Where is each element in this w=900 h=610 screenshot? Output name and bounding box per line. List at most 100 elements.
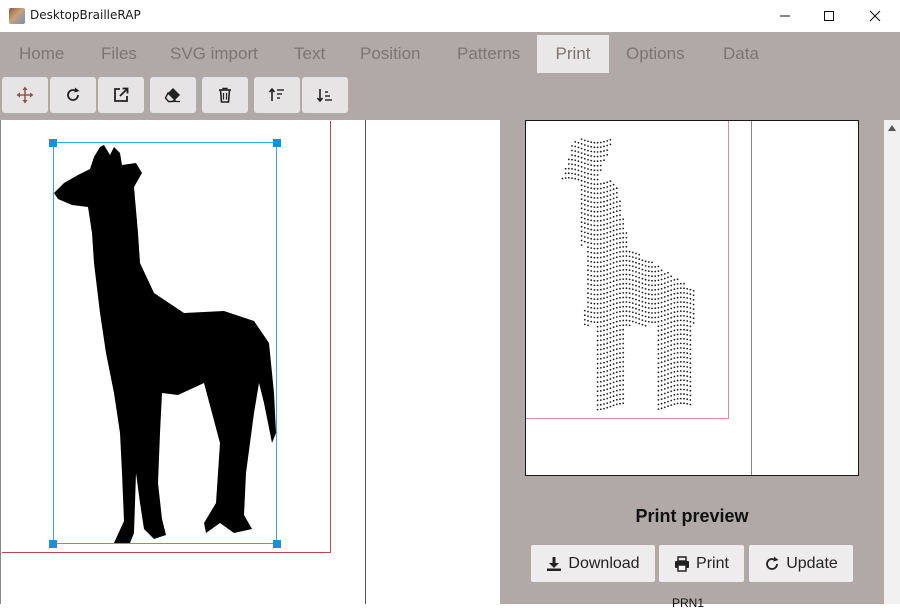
preview-dot xyxy=(689,293,692,296)
preview-dot xyxy=(583,144,586,146)
preview-dot xyxy=(619,260,621,262)
update-button[interactable]: Update xyxy=(749,545,853,582)
preview-dot xyxy=(679,314,682,317)
delete-button[interactable] xyxy=(202,77,248,113)
preview-dot xyxy=(599,164,602,167)
preview-dot xyxy=(667,290,669,293)
tab-print[interactable]: Print xyxy=(537,35,609,73)
preview-dot xyxy=(603,274,605,277)
preview-dot xyxy=(596,376,599,379)
tab-patterns[interactable]: Patterns xyxy=(457,35,520,73)
preview-dot xyxy=(603,384,605,387)
preview-dot xyxy=(619,301,621,304)
preview-dot xyxy=(590,306,593,309)
resize-handle-top-left[interactable] xyxy=(49,139,57,147)
preview-dot xyxy=(609,332,612,334)
preview-dot xyxy=(612,243,615,246)
preview-dot xyxy=(670,307,673,310)
preview-dot xyxy=(590,201,593,203)
vertical-scrollbar[interactable] xyxy=(884,120,900,604)
preview-dot xyxy=(654,312,657,314)
preview-dot xyxy=(606,388,609,391)
download-button[interactable]: Download xyxy=(531,545,655,582)
preview-dot xyxy=(641,273,644,275)
print-button[interactable]: Print xyxy=(659,545,744,582)
scroll-up-arrow-icon[interactable] xyxy=(887,124,897,132)
preview-dot xyxy=(590,210,593,213)
preview-dot xyxy=(596,344,599,347)
rotate-button[interactable] xyxy=(50,77,96,113)
preview-dot xyxy=(663,314,666,317)
preview-dot xyxy=(609,327,612,330)
preview-dot xyxy=(670,390,673,393)
sort-ascending-button[interactable] xyxy=(254,77,300,113)
preview-dot xyxy=(593,252,596,255)
preview-dot xyxy=(673,311,676,313)
preview-dot xyxy=(670,339,673,342)
tab-svg-import[interactable]: SVG import xyxy=(170,35,258,73)
sort-ascending-icon xyxy=(268,87,284,101)
preview-dot xyxy=(663,351,666,353)
preview-dot xyxy=(689,320,692,323)
tab-files[interactable]: Files xyxy=(101,35,137,73)
tab-home[interactable]: Home xyxy=(19,35,64,73)
preview-dot xyxy=(619,306,621,308)
preview-dot xyxy=(673,357,676,359)
preview-dot xyxy=(615,242,618,245)
preview-dot xyxy=(571,168,573,170)
preview-dot xyxy=(599,210,602,213)
minimize-button[interactable] xyxy=(762,0,808,32)
preview-dot xyxy=(670,335,673,337)
preview-dot xyxy=(676,347,679,350)
preview-dot xyxy=(635,275,637,278)
preview-dot xyxy=(686,292,689,295)
preview-dot xyxy=(590,251,593,254)
move-button[interactable] xyxy=(2,77,48,113)
preview-dot xyxy=(625,301,628,303)
resize-handle-top-right[interactable] xyxy=(273,139,281,147)
preview-dot xyxy=(619,398,621,400)
preview-title: Print preview xyxy=(635,506,749,526)
close-button[interactable] xyxy=(852,0,898,32)
tab-text[interactable]: Text xyxy=(294,35,325,73)
preview-dot xyxy=(615,214,618,217)
preview-dot xyxy=(660,347,663,350)
preview-dot xyxy=(670,330,673,333)
resize-handle-bottom-left[interactable] xyxy=(49,540,57,548)
preview-dot xyxy=(667,345,669,348)
sort-descending-button[interactable] xyxy=(302,77,348,113)
preview-dot xyxy=(599,215,602,217)
tab-position[interactable]: Position xyxy=(360,35,420,73)
open-external-button[interactable] xyxy=(98,77,144,113)
preview-dot xyxy=(580,235,583,237)
preview-dot xyxy=(670,326,673,328)
preview-dot xyxy=(625,324,628,326)
preview-dot xyxy=(622,319,625,322)
eraser-button[interactable] xyxy=(150,77,196,113)
tab-data[interactable]: Data xyxy=(723,35,759,73)
preview-dot xyxy=(631,293,634,295)
preview-dot xyxy=(583,208,586,211)
preview-dot xyxy=(667,322,669,325)
preview-dot xyxy=(583,157,586,160)
preview-dot xyxy=(679,356,682,359)
preview-dot xyxy=(612,294,615,296)
tab-options[interactable]: Options xyxy=(626,35,685,73)
preview-dot xyxy=(606,360,609,363)
preview-dot xyxy=(622,287,625,290)
preview-dot xyxy=(689,302,692,305)
maximize-button[interactable] xyxy=(806,0,852,32)
preview-dot xyxy=(676,329,679,331)
preview-dot xyxy=(596,348,599,351)
preview-dot xyxy=(593,178,596,181)
preview-dot xyxy=(647,274,650,277)
preview-dot xyxy=(603,209,605,212)
preview-dot xyxy=(619,384,621,387)
preview-dot xyxy=(590,159,593,162)
preview-dot xyxy=(599,169,602,171)
resize-handle-bottom-right[interactable] xyxy=(273,540,281,548)
preview-dot xyxy=(667,368,669,371)
preview-dot xyxy=(673,338,676,341)
preview-dot xyxy=(593,164,596,167)
preview-dot xyxy=(603,219,605,221)
